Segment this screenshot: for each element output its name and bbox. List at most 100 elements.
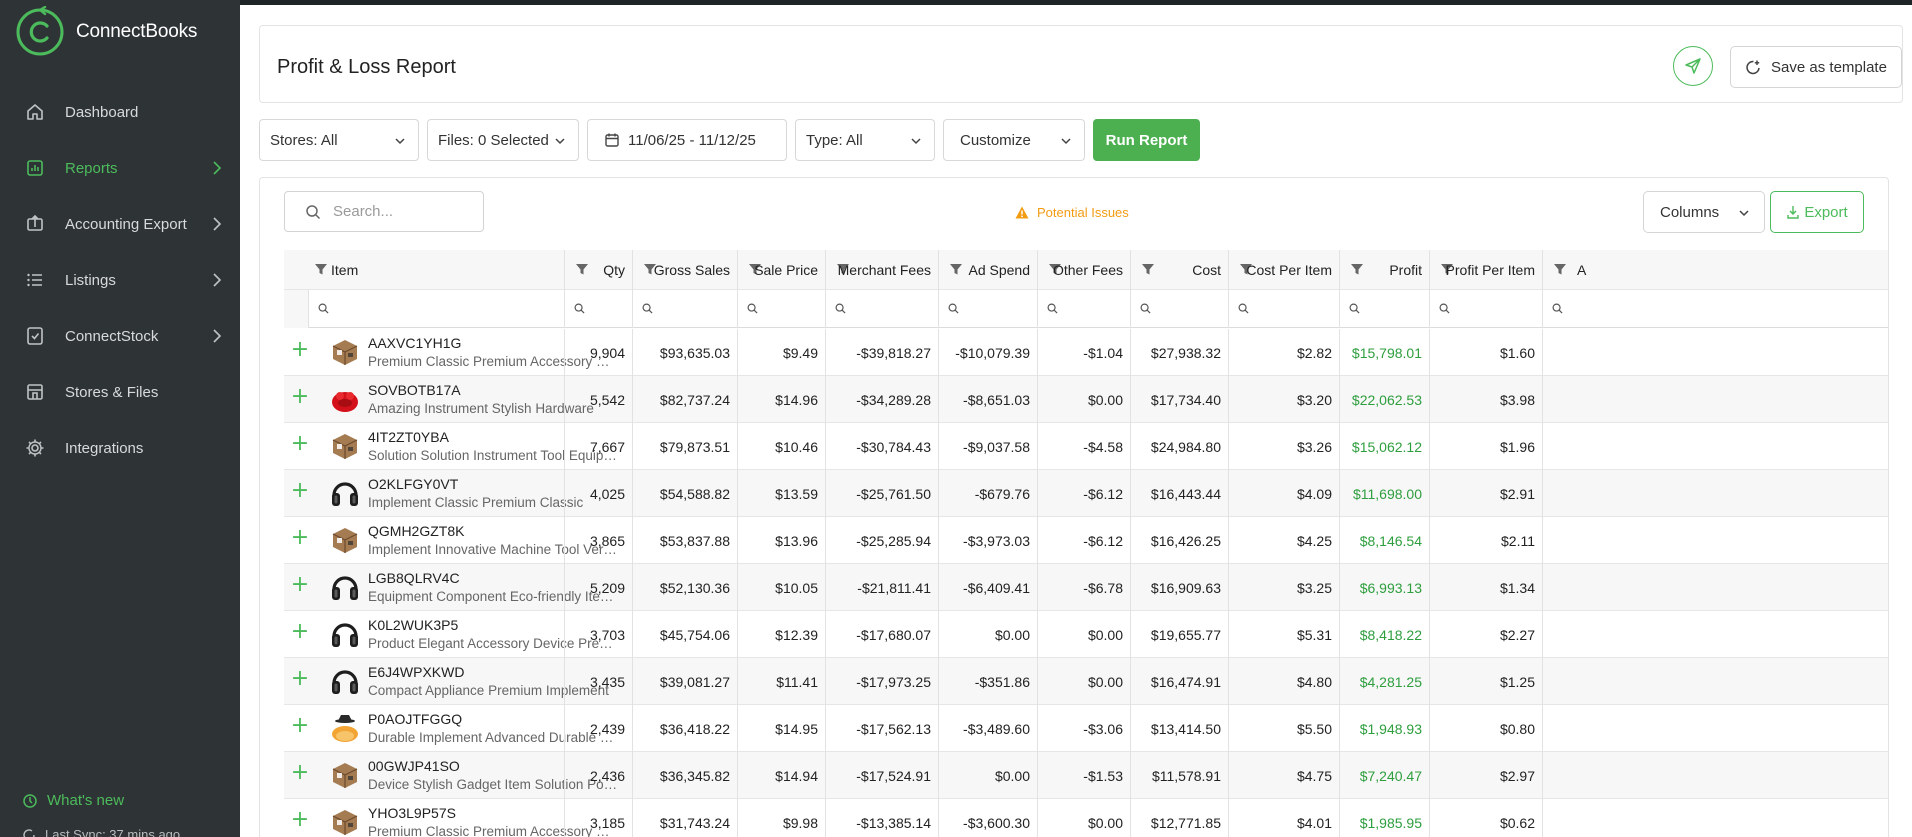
column-header[interactable]: Merchant Fees (825, 250, 938, 290)
item-sku[interactable]: LGB8QLRV4C (368, 570, 460, 586)
column-filter-input[interactable] (1429, 290, 1542, 328)
cell-cost: $13,414.50 (1130, 705, 1228, 752)
expand-row-icon[interactable]: + (289, 527, 311, 549)
sidebar-item-dashboard[interactable]: Dashboard (0, 84, 240, 140)
date-range-picker[interactable]: 11/06/25 - 11/12/25 (587, 119, 787, 161)
column-filter-input[interactable] (1339, 290, 1429, 328)
table-row[interactable]: + O2KLFGY0VT Implement Classic Premium Cla… (284, 470, 1888, 517)
page-title: Profit & Loss Report (277, 56, 456, 78)
expand-row-icon[interactable]: + (289, 480, 311, 502)
cell-other-fees: $0.00 (1037, 611, 1130, 658)
column-filter-input[interactable] (1130, 290, 1228, 328)
sidebar-item-reports[interactable]: Reports (0, 140, 240, 196)
customize-select[interactable]: Customize (943, 119, 1085, 161)
item-sku[interactable]: YHO3L9P57S (368, 805, 456, 821)
expand-row-icon[interactable]: + (289, 762, 311, 784)
save-as-template-button[interactable]: Save as template (1730, 46, 1902, 88)
column-header[interactable]: Other Fees (1037, 250, 1130, 290)
expand-row-icon[interactable]: + (289, 386, 311, 408)
column-header[interactable]: Qty (564, 250, 632, 290)
column-header[interactable]: Item (284, 250, 564, 290)
sidebar-item-integrations[interactable]: Integrations (0, 420, 240, 476)
table-row[interactable]: + QGMH2GZT8K Implement Innovative Machine … (284, 517, 1888, 564)
search-input[interactable]: Search... (284, 191, 484, 232)
item-cell: + E6J4WPXKWD Compact Appliance Premium Imp… (284, 658, 609, 705)
cell-ad-spend: -$3,973.03 (938, 517, 1037, 564)
connectbooks-logo-icon (16, 6, 64, 56)
column-filter-input[interactable] (308, 290, 564, 328)
sidebar-item-stores-files[interactable]: Stores & Files (0, 364, 240, 420)
table-row[interactable]: + E6J4WPXKWD Compact Appliance Premium Imp… (284, 658, 1888, 705)
table-row[interactable]: +4IT2ZT0YBA Solution Solution Instrument … (284, 423, 1888, 470)
filter-icon[interactable] (949, 262, 963, 279)
item-sku[interactable]: SOVBOTB17A (368, 382, 461, 398)
item-sku[interactable]: O2KLFGY0VT (368, 476, 458, 492)
table-row[interactable]: + YHO3L9P57S Premium Classic Premium Acces… (284, 799, 1888, 837)
expand-row-icon[interactable]: + (289, 809, 311, 831)
column-header[interactable]: Sale Price (737, 250, 825, 290)
column-filter-input[interactable] (632, 290, 737, 328)
expand-row-icon[interactable]: + (289, 574, 311, 596)
item-sku[interactable]: 4IT2ZT0YBA (368, 429, 449, 445)
stores-select[interactable]: Stores: All (259, 119, 419, 161)
item-sku[interactable]: 00GWJP41SO (368, 758, 460, 774)
product-thumbnail (328, 711, 362, 745)
item-sku[interactable]: QGMH2GZT8K (368, 523, 464, 539)
filter-icon[interactable] (575, 262, 589, 279)
item-sku[interactable]: E6J4WPXKWD (368, 664, 464, 680)
column-filter-input[interactable] (1037, 290, 1130, 328)
item-cell: + K0L2WUK3P5 Product Elegant Accessory Dev… (284, 611, 618, 658)
column-header[interactable]: Cost (1130, 250, 1228, 290)
type-select[interactable]: Type: All (795, 119, 935, 161)
whats-new-link[interactable]: What's new (22, 792, 124, 809)
cell-cost: $16,909.63 (1130, 564, 1228, 611)
filter-icon[interactable] (1350, 262, 1364, 279)
item-sku[interactable]: K0L2WUK3P5 (368, 617, 458, 633)
column-filter-input[interactable] (564, 290, 632, 328)
column-header[interactable]: A (1542, 250, 1602, 290)
sidebar-item-connectstock[interactable]: ConnectStock (0, 308, 240, 364)
column-header[interactable]: Profit (1339, 250, 1429, 290)
column-filter-input[interactable] (737, 290, 825, 328)
column-header[interactable]: Cost Per Item (1228, 250, 1339, 290)
column-header[interactable]: Gross Sales (632, 250, 737, 290)
column-filter-input[interactable] (1228, 290, 1339, 328)
table-row[interactable]: +00GWJP41SO Device Stylish Gadget Item So… (284, 752, 1888, 799)
expand-row-icon[interactable]: + (289, 433, 311, 455)
item-sku[interactable]: AAXVC1YH1G (368, 335, 461, 351)
cell-cost-per-item: $3.26 (1228, 423, 1339, 470)
expand-row-icon[interactable]: + (289, 715, 311, 737)
potential-issues-link[interactable]: Potential Issues (1015, 205, 1129, 220)
export-button[interactable]: Export (1770, 191, 1864, 233)
filter-icon[interactable] (314, 262, 328, 279)
table-row[interactable]: + AAXVC1YH1G Premium Classic Premium Acces… (284, 329, 1888, 376)
item-sku[interactable]: P0AOJTFGGQ (368, 711, 462, 727)
filter-icon[interactable] (1141, 262, 1155, 279)
cell-gross-sales: $36,418.22 (632, 705, 737, 752)
cell-gross-sales: $31,743.24 (632, 799, 737, 837)
table-row[interactable]: + SOVBOTB17A Amazing Instrument Stylish Ha… (284, 376, 1888, 423)
cell-ad-spend: $0.00 (938, 752, 1037, 799)
filter-icon[interactable] (1553, 262, 1567, 279)
column-filter-input[interactable] (1542, 290, 1602, 328)
column-header[interactable]: Profit Per Item (1429, 250, 1542, 290)
brand[interactable]: ConnectBooks (14, 6, 197, 58)
column-filter-input[interactable] (825, 290, 938, 328)
run-report-button[interactable]: Run Report (1093, 119, 1200, 161)
column-header[interactable]: Ad Spend (938, 250, 1037, 290)
cell-a (1542, 564, 1602, 611)
expand-row-icon[interactable]: + (289, 621, 311, 643)
sidebar-item-accounting-export[interactable]: Accounting Export (0, 196, 240, 252)
table-row[interactable]: + LGB8QLRV4C Equipment Component Eco-frien… (284, 564, 1888, 611)
column-filter-input[interactable] (938, 290, 1037, 328)
cell-merchant-fees: -$21,811.41 (825, 564, 938, 611)
table-row[interactable]: + K0L2WUK3P5 Product Elegant Accessory Dev… (284, 611, 1888, 658)
chevron-down-icon (1061, 138, 1071, 145)
table-row[interactable]: + P0AOJTFGGQ Durable Implement Advanced Du… (284, 705, 1888, 752)
files-select[interactable]: Files: 0 Selected (427, 119, 579, 161)
send-report-button[interactable] (1673, 46, 1713, 86)
expand-row-icon[interactable]: + (289, 339, 311, 361)
sidebar-item-listings[interactable]: Listings (0, 252, 240, 308)
columns-button[interactable]: Columns (1643, 191, 1765, 233)
expand-row-icon[interactable]: + (289, 668, 311, 690)
